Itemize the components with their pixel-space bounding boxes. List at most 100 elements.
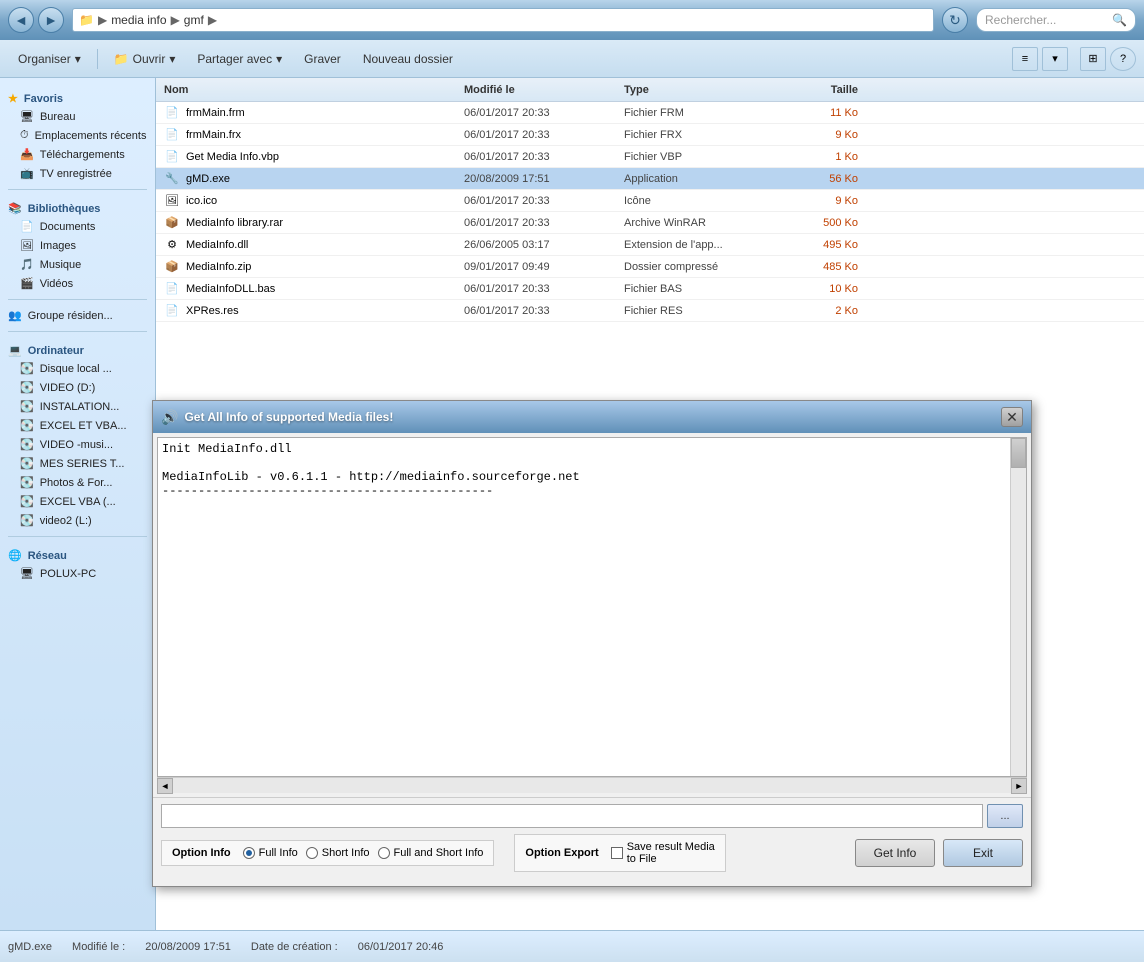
sidebar-section-bibliotheques[interactable]: 📚 Bibliothèques (0, 196, 155, 217)
partager-chevron: ▾ (276, 52, 282, 66)
sidebar-section-ordinateur[interactable]: 💻 Ordinateur (0, 338, 155, 359)
file-type: Archive WinRAR (616, 217, 766, 229)
view-details-button[interactable]: ≡ (1012, 47, 1038, 71)
dialog-scrollbar-vertical[interactable] (1010, 438, 1026, 776)
address-bar[interactable]: 📁 ▶ media info ▶ gmf ▶ (72, 8, 934, 32)
sidebar-item-video-d[interactable]: 💽 VIDEO (D:) (0, 378, 155, 397)
table-row[interactable]: 🖼 ico.ico 06/01/2017 20:33 Icône 9 Ko (156, 190, 1144, 212)
sidebar-divider-4 (8, 536, 147, 537)
dialog[interactable]: 🔊 Get All Info of supported Media files!… (152, 400, 1032, 887)
sidebar-item-video2[interactable]: 💽 video2 (L:) (0, 511, 155, 530)
sidebar-item-videos[interactable]: 🎬 Vidéos (0, 274, 155, 293)
partager-label: Partager avec (197, 52, 272, 66)
hscroll-right-button[interactable]: ► (1011, 778, 1027, 794)
sidebar-item-mes-series[interactable]: 💽 MES SERIES T... (0, 454, 155, 473)
hscroll-left-button[interactable]: ◄ (157, 778, 173, 794)
checkbox-save-label: Save result Mediato File (627, 841, 715, 865)
file-path-input[interactable] (161, 804, 983, 828)
col-header-type[interactable]: Type (616, 84, 766, 96)
ouvrir-button[interactable]: 📁 Ouvrir ▾ (104, 45, 186, 73)
nav-buttons: ◄ ► (8, 7, 64, 33)
browse-button[interactable]: ... (987, 804, 1023, 828)
pane-toggle-button[interactable]: ⊞ (1080, 47, 1106, 71)
dialog-scrollbar-thumb[interactable] (1011, 438, 1026, 468)
file-size: 10 Ko (766, 283, 866, 295)
col-header-modified[interactable]: Modifié le (456, 84, 616, 96)
status-created-label: Date de création : (251, 941, 338, 953)
refresh-button[interactable]: ↻ (942, 7, 968, 33)
ordinateur-label: Ordinateur (28, 345, 84, 357)
excel-vba2-icon: 💽 (20, 495, 34, 508)
hscroll-track[interactable] (173, 778, 1011, 793)
sidebar-item-photos[interactable]: 💽 Photos & For... (0, 473, 155, 492)
search-box[interactable]: Rechercher... 🔍 (976, 8, 1136, 32)
sidebar-item-polux[interactable]: 🖥 POLUX-PC (0, 564, 155, 583)
file-icon: 📄 (164, 127, 180, 143)
col-header-name[interactable]: Nom (156, 84, 456, 96)
table-row[interactable]: 📄 frmMain.frx 06/01/2017 20:33 Fichier F… (156, 124, 1144, 146)
get-info-button[interactable]: Get Info (855, 839, 935, 867)
file-name-text: MediaInfo library.rar (186, 217, 283, 229)
file-type: Application (616, 173, 766, 185)
forward-button[interactable]: ► (38, 7, 64, 33)
sidebar-item-excel-vba[interactable]: 💽 EXCEL ET VBA... (0, 416, 155, 435)
file-name-text: gMD.exe (186, 173, 230, 185)
table-row[interactable]: 📄 Get Media Info.vbp 06/01/2017 20:33 Fi… (156, 146, 1144, 168)
photos-icon: 💽 (20, 476, 34, 489)
graver-button[interactable]: Graver (294, 45, 351, 73)
sidebar-item-emplacements[interactable]: ⏱ Emplacements récents (0, 126, 155, 145)
sidebar-item-documents[interactable]: 📄 Documents (0, 217, 155, 236)
file-type: Fichier BAS (616, 283, 766, 295)
mes-series-label: MES SERIES T... (40, 458, 125, 470)
telechargements-icon: 📥 (20, 148, 34, 161)
sidebar-item-telechargements[interactable]: 📥 Téléchargements (0, 145, 155, 164)
file-modified: 20/08/2009 17:51 (456, 173, 616, 185)
table-row[interactable]: ⚙ MediaInfo.dll 26/06/2005 03:17 Extensi… (156, 234, 1144, 256)
col-header-size[interactable]: Taille (766, 84, 866, 96)
sidebar-item-disque-local[interactable]: 💽 Disque local ... (0, 359, 155, 378)
table-row[interactable]: 📦 MediaInfo library.rar 06/01/2017 20:33… (156, 212, 1144, 234)
checkbox-save-result[interactable]: Save result Mediato File (611, 841, 715, 865)
star-icon: ★ (8, 92, 18, 105)
bibliotheques-icon: 📚 (8, 202, 22, 215)
video2-icon: 💽 (20, 514, 34, 527)
file-size: 11 Ko (766, 107, 866, 119)
table-row[interactable]: 🔧 gMD.exe 20/08/2009 17:51 Application 5… (156, 168, 1144, 190)
sidebar-item-musique[interactable]: 🎵 Musique (0, 255, 155, 274)
sidebar-item-excel-vba2[interactable]: 💽 EXCEL VBA (... (0, 492, 155, 511)
view-chevron-button[interactable]: ▾ (1042, 47, 1068, 71)
file-name-text: MediaInfo.zip (186, 261, 251, 273)
search-icon: 🔍 (1112, 13, 1127, 27)
table-row[interactable]: 📦 MediaInfo.zip 09/01/2017 09:49 Dossier… (156, 256, 1144, 278)
sidebar-item-tv[interactable]: 📺 TV enregistrée (0, 164, 155, 183)
sidebar-divider-3 (8, 331, 147, 332)
sidebar-section-reseau[interactable]: 🌐 Réseau (0, 543, 155, 564)
sidebar-item-images[interactable]: 🖼 Images (0, 236, 155, 255)
sidebar-section-favoris[interactable]: ★ Favoris (0, 86, 155, 107)
sidebar-item-video-music[interactable]: 💽 VIDEO -musi... (0, 435, 155, 454)
ouvrir-label: Ouvrir (133, 52, 166, 66)
sidebar-item-groupe[interactable]: 👥 Groupe résiden... (0, 306, 155, 325)
table-row[interactable]: 📄 MediaInfoDLL.bas 06/01/2017 20:33 Fich… (156, 278, 1144, 300)
table-row[interactable]: 📄 frmMain.frm 06/01/2017 20:33 Fichier F… (156, 102, 1144, 124)
nouveau-dossier-button[interactable]: Nouveau dossier (353, 45, 463, 73)
file-modified: 06/01/2017 20:33 (456, 151, 616, 163)
organiser-button[interactable]: Organiser ▾ (8, 45, 91, 73)
radio-full-info[interactable]: Full Info (243, 847, 298, 859)
dialog-close-button[interactable]: ✕ (1001, 407, 1023, 427)
radio-full-short-info[interactable]: Full and Short Info (378, 847, 484, 859)
partager-button[interactable]: Partager avec ▾ (187, 45, 292, 73)
back-button[interactable]: ◄ (8, 7, 34, 33)
file-size: 1 Ko (766, 151, 866, 163)
sidebar-item-bureau[interactable]: 🖥 Bureau (0, 107, 155, 126)
radio-short-info[interactable]: Short Info (306, 847, 370, 859)
file-name-text: frmMain.frx (186, 129, 241, 141)
radio-full-indicator (243, 847, 255, 859)
file-size: 500 Ko (766, 217, 866, 229)
file-modified: 06/01/2017 20:33 (456, 107, 616, 119)
sidebar-item-instalation[interactable]: 💽 INSTALATION... (0, 397, 155, 416)
help-button[interactable]: ? (1110, 47, 1136, 71)
file-size: 2 Ko (766, 305, 866, 317)
exit-button[interactable]: Exit (943, 839, 1023, 867)
table-row[interactable]: 📄 XPRes.res 06/01/2017 20:33 Fichier RES… (156, 300, 1144, 322)
